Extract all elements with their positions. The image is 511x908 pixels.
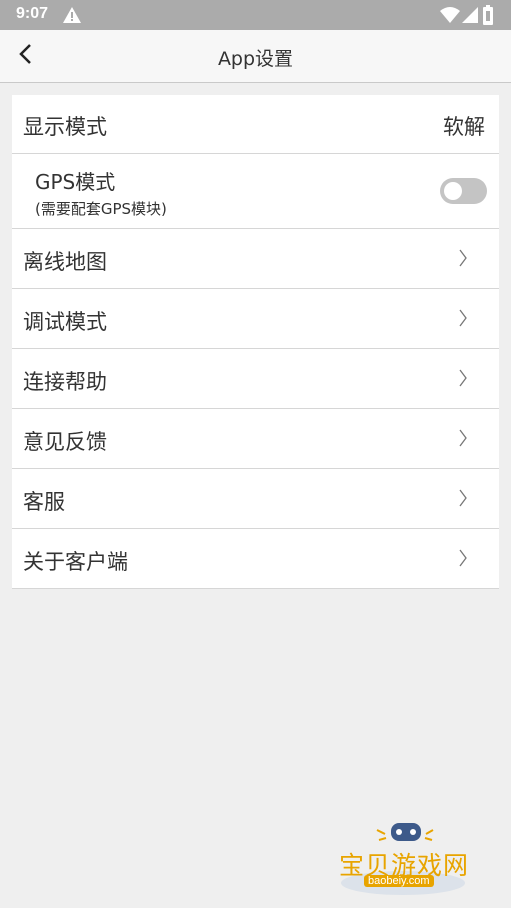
- list-item-offline-map[interactable]: 离线地图: [12, 229, 499, 289]
- list-item-label: 调试模式: [23, 310, 107, 334]
- list-item-connection-help[interactable]: 连接帮助: [12, 349, 499, 409]
- display-mode-value: 软解: [443, 115, 485, 139]
- list-item-about[interactable]: 关于客户端: [12, 529, 499, 589]
- status-bar: 9:07: [0, 0, 511, 30]
- list-item-label: 客服: [23, 490, 65, 514]
- gps-mode-row: GPS模式 (需要配套GPS模块): [12, 154, 499, 229]
- list-item-label: 意见反馈: [23, 430, 107, 454]
- wifi-icon: [440, 7, 460, 27]
- chevron-right-icon: [459, 369, 467, 391]
- gps-mode-sublabel: (需要配套GPS模块): [35, 200, 167, 218]
- warning-icon: [63, 7, 81, 27]
- list-item-customer-service[interactable]: 客服: [12, 469, 499, 529]
- watermark-logo: 宝贝游戏网 baobeiy.com: [333, 820, 483, 900]
- app-bar: App设置: [0, 30, 511, 83]
- list-item-debug-mode[interactable]: 调试模式: [12, 289, 499, 349]
- display-mode-row[interactable]: 显示模式 软解: [12, 95, 499, 154]
- list-item-label: 离线地图: [23, 250, 107, 274]
- list-item-label: 关于客户端: [23, 550, 128, 574]
- settings-list: 显示模式 软解 GPS模式 (需要配套GPS模块) 离线地图 调试模式 连接帮助…: [12, 95, 499, 589]
- display-mode-label: 显示模式: [23, 115, 107, 139]
- chevron-right-icon: [459, 429, 467, 451]
- page-title: App设置: [217, 48, 294, 70]
- chevron-right-icon: [459, 549, 467, 571]
- battery-icon: [483, 5, 493, 29]
- watermark-url: baobeiy.com: [364, 875, 434, 887]
- chevron-right-icon: [459, 489, 467, 511]
- toggle-knob: [444, 182, 462, 200]
- list-item-feedback[interactable]: 意见反馈: [12, 409, 499, 469]
- gps-mode-toggle[interactable]: [440, 178, 487, 204]
- gps-mode-label: GPS模式: [35, 170, 116, 194]
- list-item-label: 连接帮助: [23, 370, 107, 394]
- chevron-right-icon: [459, 309, 467, 331]
- status-time: 9:07: [16, 5, 49, 22]
- signal-icon: [462, 7, 478, 27]
- chevron-right-icon: [459, 249, 467, 271]
